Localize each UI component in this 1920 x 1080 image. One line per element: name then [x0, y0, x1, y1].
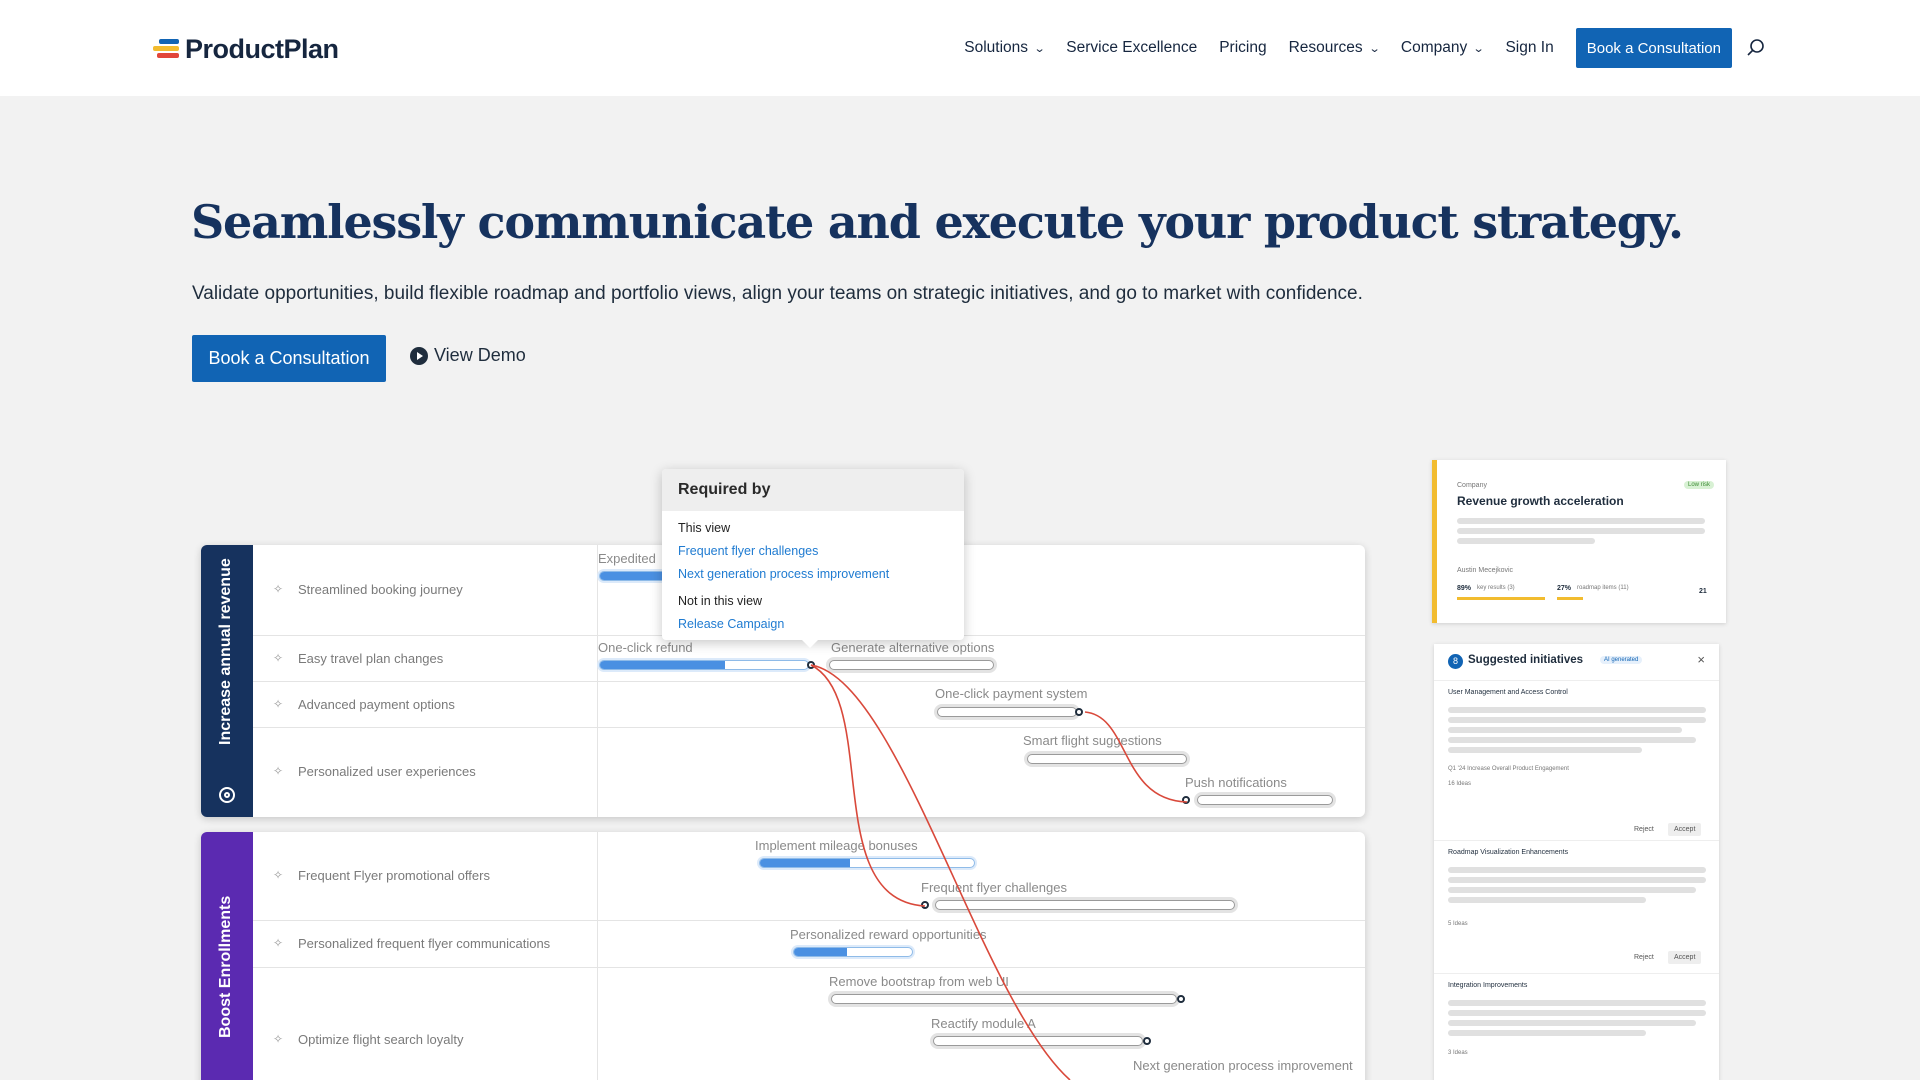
card-title: Revenue growth acceleration — [1457, 494, 1624, 508]
tooltip-title: Required by — [662, 469, 964, 511]
initiative-item[interactable]: Roadmap Visualization Enhancements 5 Ide… — [1434, 840, 1719, 970]
tooltip-not-in-view: Not in this view — [678, 594, 763, 608]
initiative-title: User Management and Access Control — [1448, 689, 1568, 696]
stat-2-label: roadmap items (11) — [1577, 585, 1629, 591]
panel-title: Suggested initiatives — [1468, 654, 1584, 666]
accept-button[interactable]: Accept — [1668, 823, 1702, 836]
initiative-ideas: 5 Ideas — [1448, 921, 1468, 927]
initiative-item[interactable]: Integration Improvements 3 Ideas — [1434, 973, 1719, 1080]
tooltip-link[interactable]: Release Campaign — [678, 617, 784, 631]
stat-1: 89% — [1457, 585, 1472, 592]
initiative-ideas: 3 Ideas — [1448, 1050, 1468, 1056]
reject-button[interactable]: Reject — [1628, 951, 1660, 964]
initiative-count-badge: 8 — [1448, 654, 1463, 669]
required-by-tooltip: Required by This view Frequent flyer cha… — [662, 469, 964, 648]
stat-1-label: key results (3) — [1477, 585, 1515, 591]
accept-button[interactable]: Accept — [1668, 951, 1702, 964]
tooltip-link[interactable]: Frequent flyer challenges — [678, 544, 818, 558]
tooltip-this-view: This view — [678, 521, 731, 535]
stat-1-bar — [1457, 597, 1545, 600]
initiative-goal: Q1 '24 Increase Overall Product Engageme… — [1448, 766, 1569, 772]
ai-tag: AI generated — [1600, 656, 1643, 664]
stat-2: 27% — [1557, 585, 1572, 592]
initiative-ideas: 16 Ideas — [1448, 781, 1472, 787]
suggested-initiatives-panel: 8 Suggested initiatives AI generated × U… — [1434, 644, 1719, 1080]
stat-2-bar — [1557, 597, 1583, 600]
tooltip-link[interactable]: Next generation process improvement — [678, 567, 889, 581]
card-kicker: Company — [1457, 482, 1487, 489]
reject-button[interactable]: Reject — [1628, 823, 1660, 836]
close-icon[interactable]: × — [1697, 652, 1705, 667]
comment-count: 21 — [1699, 588, 1707, 595]
initiative-title: Roadmap Visualization Enhancements — [1448, 849, 1569, 856]
card-owner: Austin Mecejkovic — [1457, 567, 1514, 574]
initiative-title: Integration Improvements — [1448, 982, 1528, 989]
company-goal-card[interactable]: Company Low risk Revenue growth accelera… — [1432, 460, 1726, 623]
risk-badge: Low risk — [1683, 481, 1714, 489]
initiative-item[interactable]: User Management and Access Control Q1 '2… — [1434, 680, 1719, 836]
